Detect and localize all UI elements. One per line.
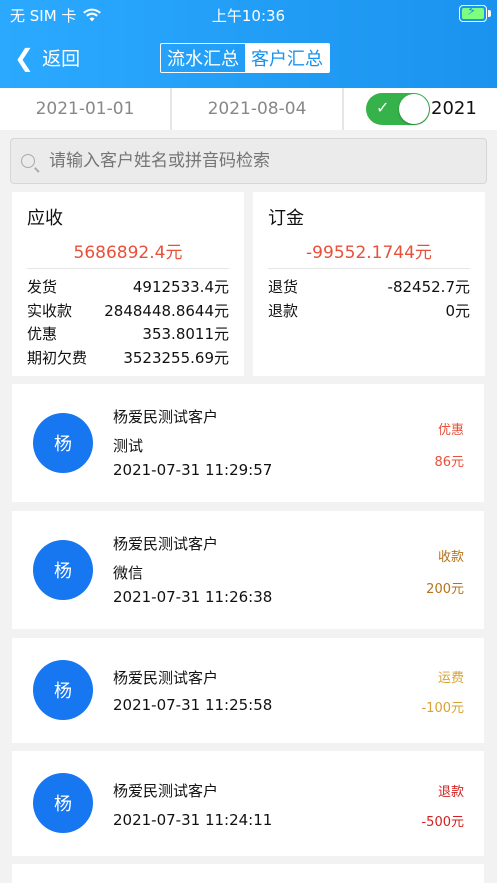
receivable-total: 5686892.4元 xyxy=(73,243,183,263)
customer-name: 杨爱民测试客户 xyxy=(113,782,219,800)
list-item[interactable]: 杨 杨爱民测试客户 2021-07-31 11:24:11 退款 -500元 xyxy=(12,751,484,856)
year-filter: ✓ 2021 xyxy=(344,88,497,130)
nav-bar: ❮ 返回 流水汇总 客户汇总 xyxy=(0,30,497,84)
toggle-knob xyxy=(399,94,429,124)
avatar: 杨 xyxy=(33,540,93,600)
avatar: 杨 xyxy=(33,660,93,720)
avatar: 杨 xyxy=(33,413,93,473)
record-type: 收款 xyxy=(437,550,464,565)
record-time: 2021-07-31 11:24:11 xyxy=(113,811,273,829)
deposit-total: -99552.1744元 xyxy=(306,243,432,263)
tab-customer-summary[interactable]: 客户汇总 xyxy=(245,44,329,72)
record-amount: -100元 xyxy=(421,701,464,716)
row-value: 0元 xyxy=(445,301,470,320)
row-value: 2848448.8644元 xyxy=(104,301,229,320)
divider xyxy=(268,268,470,269)
record-type: 优惠 xyxy=(437,423,464,438)
summary-row: 实收款 2848448.8644元 xyxy=(27,300,229,324)
list-item[interactable]: 杨 杨爱民测试客户 微信 2021-07-31 11:26:38 收款 200元 xyxy=(12,511,484,629)
record-amount: 200元 xyxy=(426,582,464,597)
card-title: 应收 xyxy=(27,208,63,229)
record-amount: -500元 xyxy=(421,815,464,830)
record-time: 2021-07-31 11:25:58 xyxy=(113,696,273,714)
year-toggle[interactable]: ✓ xyxy=(366,93,430,125)
avatar: 杨 xyxy=(33,773,93,833)
row-label: 发货 xyxy=(27,278,58,296)
divider xyxy=(27,268,229,269)
row-label: 实收款 xyxy=(27,301,73,320)
back-button[interactable]: ❮ 返回 xyxy=(14,44,80,71)
row-label: 退货 xyxy=(268,278,299,296)
app-header: 无 SIM 卡 上午10:36 ⚡ ❮ 返回 流水汇总 客户汇总 xyxy=(0,0,497,88)
tab-flow-summary[interactable]: 流水汇总 xyxy=(161,44,245,72)
record-amount: 86元 xyxy=(434,455,464,470)
row-value: 353.8011元 xyxy=(142,325,229,343)
list-item[interactable]: 杨 杨爱民测试客户 2021-07-31 11:25:58 运费 -100元 xyxy=(12,638,484,743)
chevron-left-icon: ❮ xyxy=(14,43,35,72)
summary-segmented-control: 流水汇总 客户汇总 xyxy=(160,43,330,73)
record-note: 微信 xyxy=(113,564,144,582)
record-type: 运费 xyxy=(437,671,464,686)
row-label: 期初欠费 xyxy=(27,348,88,367)
list-item[interactable]: 杨 杨爱民测试客户 测试 2021-07-31 11:29:57 优惠 86元 xyxy=(12,384,484,502)
row-value: 3523255.69元 xyxy=(123,348,229,367)
search-icon xyxy=(21,154,35,168)
deposit-card: 订金 -99552.1744元 退货 -82452.7元 退款 0元 xyxy=(253,192,485,376)
customer-name: 杨爱民测试客户 xyxy=(113,669,219,687)
summary-row: 退款 0元 xyxy=(268,300,470,324)
summary-row: 期初欠费 3523255.69元 xyxy=(27,347,229,371)
record-time: 2021-07-31 11:29:57 xyxy=(113,461,273,479)
year-label: 2021 xyxy=(431,98,477,119)
row-value: 4912533.4元 xyxy=(132,278,229,296)
date-filter-bar: 2021-01-01 2021-08-04 ✓ 2021 xyxy=(0,88,497,130)
status-bar: 无 SIM 卡 上午10:36 ⚡ xyxy=(0,0,497,30)
receivable-card: 应收 5686892.4元 发货 4912533.4元 实收款 2848448.86… xyxy=(12,192,244,376)
row-label: 优惠 xyxy=(27,325,58,343)
search-input[interactable] xyxy=(49,151,469,171)
summary-row: 优惠 353.8011元 xyxy=(27,323,229,347)
status-time: 上午10:36 xyxy=(211,7,286,25)
list-item[interactable] xyxy=(12,864,484,883)
card-title: 订金 xyxy=(268,208,304,229)
check-icon: ✓ xyxy=(376,98,390,117)
back-label: 返回 xyxy=(42,48,81,70)
row-value: -82452.7元 xyxy=(387,278,470,296)
summary-row: 退货 -82452.7元 xyxy=(268,276,470,300)
customer-name: 杨爱民测试客户 xyxy=(113,535,219,553)
end-date-field[interactable]: 2021-08-04 xyxy=(172,88,342,130)
summary-row: 发货 4912533.4元 xyxy=(27,276,229,300)
start-date-field[interactable]: 2021-01-01 xyxy=(0,88,170,130)
customer-name: 杨爱民测试客户 xyxy=(113,408,219,426)
battery-charging-icon: ⚡ xyxy=(459,4,491,22)
row-label: 退款 xyxy=(268,301,299,320)
record-note: 测试 xyxy=(113,437,144,455)
record-type: 退款 xyxy=(437,785,464,800)
record-time: 2021-07-31 11:26:38 xyxy=(113,588,273,606)
search-bar xyxy=(10,138,487,184)
